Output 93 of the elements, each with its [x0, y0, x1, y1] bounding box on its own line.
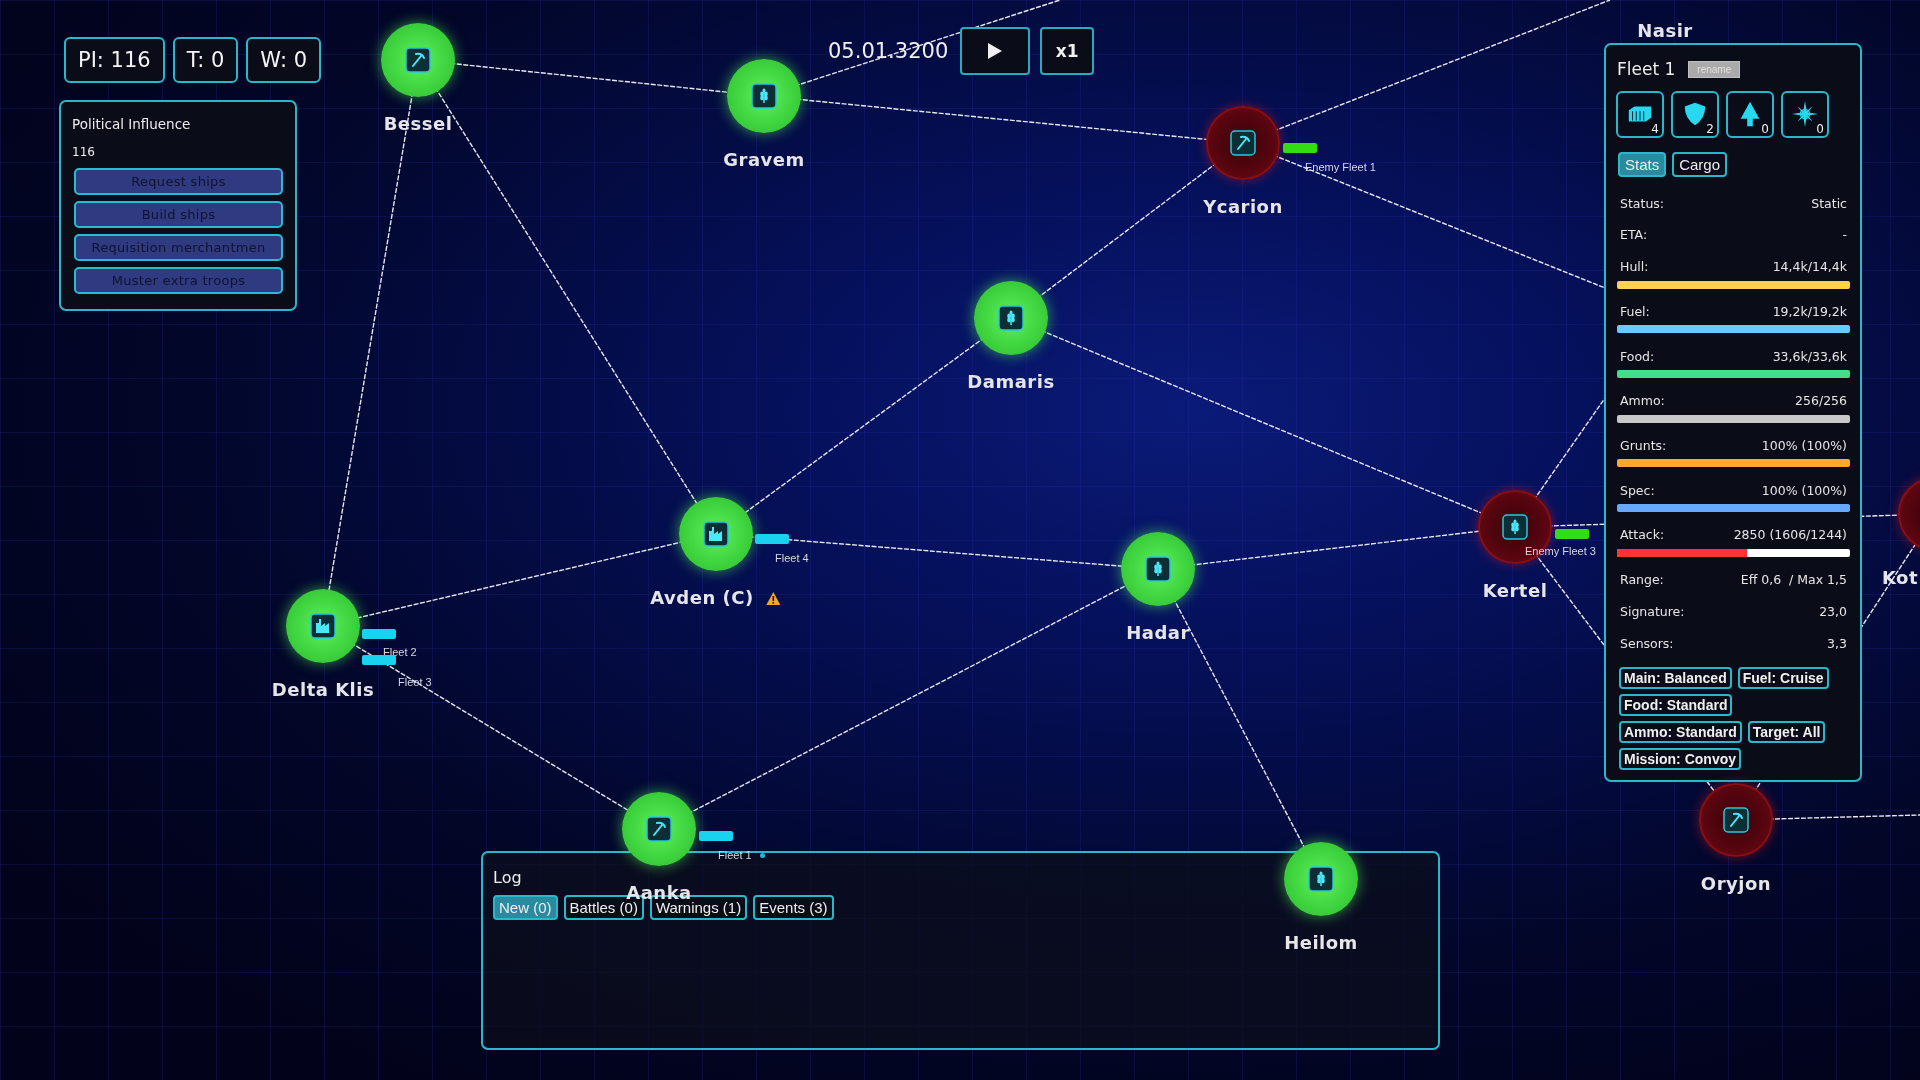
system-name: Ycarion [1203, 196, 1283, 218]
system-name: Damaris [967, 371, 1055, 393]
stat-label: Fuel: [1620, 303, 1650, 319]
fleet-marker[interactable] [362, 629, 396, 639]
pickaxe-icon [646, 816, 672, 842]
system-name: Gravem [723, 149, 805, 171]
stat-value: 100% (100%) [1761, 437, 1847, 453]
ship-count: 2 [1706, 122, 1714, 136]
order-tag[interactable]: Target: All [1747, 721, 1826, 743]
system-name: Nasir [1637, 20, 1693, 42]
star-system-node[interactable] [679, 497, 753, 571]
stat-value: 256/256 [1795, 393, 1847, 409]
ship-count: 0 [1761, 122, 1769, 136]
wheat-icon [751, 83, 777, 109]
log-tab[interactable]: Events (3) [753, 895, 834, 920]
panel-tab[interactable]: Cargo [1672, 152, 1728, 177]
stat-label: Grunts: [1620, 437, 1667, 453]
star-system-node[interactable] [1699, 783, 1773, 857]
wheat-icon [1502, 514, 1528, 540]
pickaxe-icon [1723, 807, 1749, 833]
speed-button[interactable]: x1 [1040, 27, 1095, 75]
order-tag[interactable]: Mission: Convoy [1619, 748, 1741, 770]
wheat-icon [1308, 866, 1334, 892]
play-icon [987, 42, 1004, 60]
ship-count: 0 [1816, 122, 1824, 136]
panel-title: Political Influence [72, 116, 192, 132]
play-button[interactable] [960, 27, 1031, 75]
fleet-marker[interactable] [699, 831, 733, 841]
system-name: Delta Klis [271, 679, 375, 701]
wheat-icon [1145, 556, 1171, 582]
ship-count: 4 [1651, 122, 1659, 136]
ship-type-button[interactable]: 0 [1726, 91, 1774, 138]
system-name: Hadar [1126, 622, 1190, 644]
stat-label: Status: [1620, 195, 1665, 211]
panel-title: Log [493, 868, 522, 887]
star-system-node[interactable] [727, 59, 801, 133]
stat-value: 14,4k/14,4k [1772, 259, 1847, 275]
log-tab[interactable]: New (0) [493, 895, 558, 920]
wheat-icon [998, 305, 1024, 331]
fleet-marker[interactable] [362, 655, 396, 665]
stat-label: Sensors: [1620, 635, 1674, 651]
stat-label: Hull: [1620, 259, 1649, 275]
stat-label: Signature: [1620, 603, 1685, 619]
order-tag[interactable]: Fuel: Cruise [1737, 667, 1829, 689]
factory-icon [703, 521, 729, 547]
star-system-node[interactable] [381, 23, 455, 97]
order-tag[interactable]: Main: Balanced [1619, 667, 1732, 689]
factory-icon [310, 613, 336, 639]
fleet-marker[interactable] [755, 534, 789, 544]
system-name: Heilom [1284, 932, 1358, 954]
stat-label: Food: [1620, 348, 1655, 364]
stat-value: 19,2k/19,2k [1772, 303, 1847, 319]
star-system-node[interactable] [1121, 532, 1195, 606]
star-system-node[interactable] [622, 792, 696, 866]
order-tag[interactable]: Ammo: Standard [1619, 721, 1742, 743]
stat-label: ETA: [1620, 227, 1648, 243]
stat-label: Attack: [1620, 527, 1665, 543]
order-tag[interactable]: Food: Standard [1619, 694, 1733, 716]
pickaxe-icon [405, 47, 431, 73]
fleet-label: Enemy Fleet 1 [1305, 161, 1376, 173]
system-name: Oryjon [1700, 873, 1772, 895]
ship-type-button[interactable]: 4 [1616, 91, 1664, 138]
resource-counter: W: 0 [246, 37, 321, 83]
stat-value: Static [1811, 195, 1847, 211]
fleet-label: Enemy Fleet 3 [1525, 545, 1596, 557]
fleet-title: Fleet 1 [1617, 59, 1676, 79]
stat-label: Spec: [1620, 482, 1655, 498]
ship-type-button[interactable]: 0 [1781, 91, 1829, 138]
stat-value: - [1842, 227, 1847, 243]
fleet-marker[interactable] [1283, 143, 1317, 153]
influence-value: 116 [72, 145, 96, 159]
resource-counter: PI: 116 [64, 37, 165, 83]
system-name: Avden (C) [650, 587, 754, 609]
system-name: Kertel [1482, 580, 1548, 602]
pickaxe-icon [1230, 130, 1256, 156]
stat-label: Range: [1620, 572, 1664, 588]
fleet-label: Fleet 2 [383, 646, 417, 658]
stat-value: 2850 (1606/1244) [1733, 527, 1847, 543]
system-name: Kot [1881, 567, 1919, 589]
star-system-node[interactable] [1206, 106, 1280, 180]
stat-value: 23,0 [1819, 603, 1847, 619]
fleet-label: Fleet 4 [775, 552, 809, 564]
stat-value: 3,3 [1827, 635, 1847, 651]
fleet-marker[interactable] [1555, 529, 1589, 539]
ship-type-button[interactable]: 2 [1671, 91, 1719, 138]
fleet-label: Fleet 3 [398, 676, 432, 688]
resource-counter: T: 0 [172, 37, 239, 83]
stat-value: 33,6k/33,6k [1772, 348, 1847, 364]
stat-value: Eff 0,6 / Max 1,5 [1740, 572, 1847, 588]
stat-value: 100% (100%) [1761, 482, 1847, 498]
star-system-node[interactable] [974, 281, 1048, 355]
star-system-node[interactable] [286, 589, 360, 663]
stat-label: Ammo: [1620, 393, 1665, 409]
